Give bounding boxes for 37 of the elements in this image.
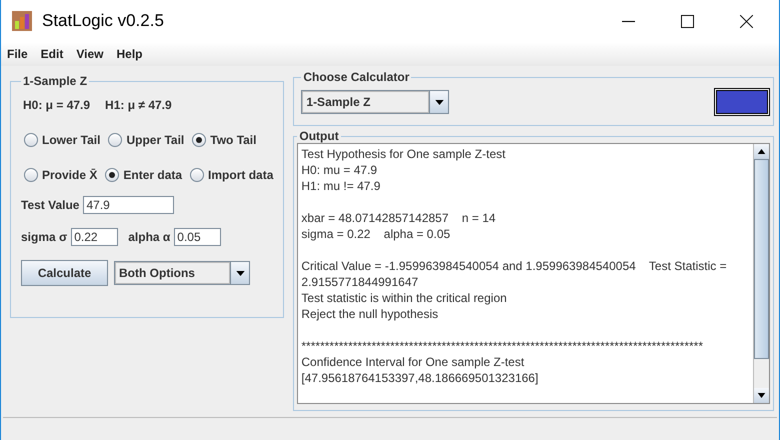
panel-title: Choose Calculator (302, 70, 410, 84)
output-line: Reject the null hypothesis (301, 306, 440, 322)
test-value-field[interactable]: 47.9 (83, 196, 174, 214)
menu-item[interactable]: Edit (40, 47, 64, 61)
output-line: ************************************************************************************** (301, 338, 704, 354)
radio-label: Enter data (123, 168, 182, 182)
field-label: alpha α (128, 230, 170, 244)
panel-title: Output (298, 129, 340, 143)
alt-hypothesis: H1: μ ≠ 47.9 (105, 98, 172, 112)
radio-label: Upper Tail (126, 133, 184, 147)
menu-item[interactable]: View (76, 47, 104, 61)
calculate-button[interactable]: Calculate (21, 260, 108, 286)
output-line: xbar = 48.07142857142857 n = 14 (301, 210, 497, 226)
radio-label: Import data (208, 168, 274, 182)
output-line: Critical Value = -1.959963984540054 and 1.959963984540054 Test Statistic = (301, 258, 728, 274)
calculator-dropdown[interactable]: 1-Sample Z (301, 90, 450, 114)
field-label: Test Value (21, 198, 80, 212)
window-title: StatLogic v0.2.5 (42, 11, 165, 31)
output-line: Test statistic is within the critical region (301, 290, 508, 306)
sigma-field[interactable]: 0.22 (71, 228, 118, 246)
radio-label: Two Tail (210, 133, 256, 147)
radio-label: Provide X̄ (42, 168, 98, 182)
alpha-field[interactable]: 0.05 (174, 228, 222, 246)
field-label: sigma σ (21, 230, 68, 244)
output-line: H0: mu = 47.9 (301, 162, 378, 178)
panel-title: 1-Sample Z (22, 74, 88, 88)
menu-item[interactable]: Help (116, 47, 142, 61)
null-hypothesis: H0: μ = 47.9 (23, 98, 90, 112)
output-line: [47.95618764153397,48.186669501323166] (301, 370, 540, 386)
output-line: Confidence Interval for One sample Z-test (301, 354, 526, 370)
output-line: 2.9155771844991647 (301, 274, 420, 290)
output-line: sigma = 0.22 alpha = 0.05 (301, 226, 452, 242)
radio-label: Lower Tail (42, 133, 100, 147)
options-dropdown[interactable]: Both Options (114, 261, 250, 285)
output-line: Test Hypothesis for One sample Z-test (301, 146, 506, 162)
menu-item[interactable]: File (7, 47, 28, 61)
output-line: H1: mu != 47.9 (301, 178, 382, 194)
